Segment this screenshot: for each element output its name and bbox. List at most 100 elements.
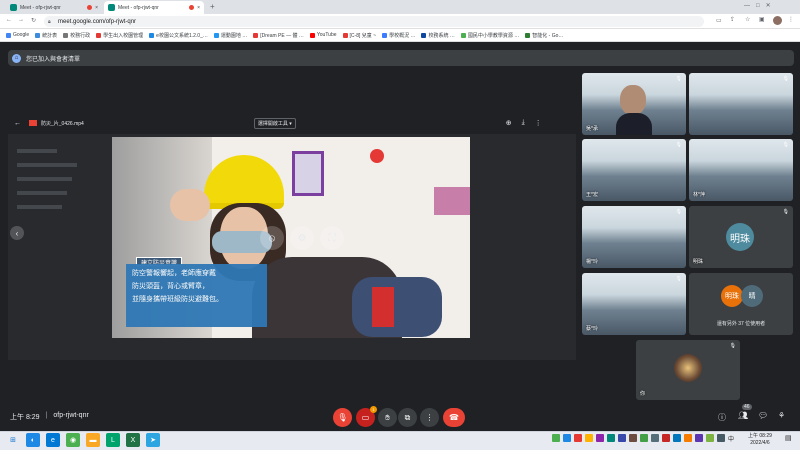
tray-icon[interactable] bbox=[607, 434, 615, 442]
bookmark-item[interactable]: 校務系統 … bbox=[421, 32, 455, 39]
open-with-dropdown[interactable]: 選擇開啟工具 ▾ bbox=[253, 117, 296, 129]
participant-tile[interactable]: 🎙︎ 林*萍 bbox=[689, 139, 793, 201]
raise-hand-button[interactable]: ✋︎ bbox=[378, 408, 397, 427]
menu-icon[interactable]: ⋮ bbox=[788, 16, 794, 23]
back-arrow-icon[interactable]: ← bbox=[14, 120, 21, 127]
participant-tile[interactable]: 🎙︎ 吳*承 bbox=[582, 73, 686, 135]
more-options-button[interactable]: ⋮ bbox=[420, 408, 439, 427]
info-icon[interactable]: ⓘ bbox=[718, 412, 726, 423]
activities-icon[interactable]: ⚘ bbox=[778, 411, 785, 420]
settings-icon[interactable]: ⚙︎ bbox=[290, 226, 314, 250]
share-icon[interactable]: ⇪ bbox=[730, 16, 735, 23]
forward-icon[interactable]: → bbox=[18, 17, 24, 23]
tray-icon[interactable] bbox=[618, 434, 626, 442]
bookmark-item[interactable]: 統計表 bbox=[35, 32, 57, 39]
tray-icon[interactable] bbox=[695, 434, 703, 442]
browser-tab-1[interactable]: Meet - ofp-rjwt-qnr × bbox=[6, 1, 102, 14]
bookmark-icon bbox=[96, 32, 102, 38]
participant-tile[interactable]: 明珠 🎙︎ 明珠 bbox=[689, 206, 793, 268]
tray-icon[interactable] bbox=[651, 434, 659, 442]
bookmark-item[interactable]: 智能化 - Go… bbox=[525, 32, 563, 39]
bookmark-label: 國民中小學教學資源 … bbox=[467, 32, 520, 39]
participant-tile[interactable]: 🎙︎ 楊*玲 bbox=[582, 206, 686, 268]
tray-icon[interactable] bbox=[585, 434, 593, 442]
bookmark-item[interactable]: Google bbox=[6, 32, 29, 38]
edge-icon[interactable]: e bbox=[46, 433, 60, 447]
browser-tab-2[interactable]: Meet - ofp-rjwt-qnr × bbox=[104, 1, 204, 14]
present-screen-icon: ⧉ bbox=[404, 412, 411, 422]
bookmark-icon bbox=[460, 32, 466, 38]
bookmark-icon bbox=[382, 32, 388, 38]
tray-icon[interactable] bbox=[596, 434, 604, 442]
bookmark-icon bbox=[421, 32, 427, 38]
tray-icon[interactable] bbox=[706, 434, 714, 442]
bookmark-item[interactable]: 校務行政 bbox=[63, 32, 90, 39]
present-button[interactable]: ⧉ bbox=[398, 408, 417, 427]
back-icon[interactable]: ← bbox=[6, 17, 12, 23]
participant-name: 蔡*玲 bbox=[586, 326, 598, 332]
camera-button[interactable]: ▭ 1 bbox=[356, 406, 377, 427]
close-tab-icon[interactable]: × bbox=[197, 5, 200, 11]
self-tile[interactable]: 🎙︎ 你 bbox=[636, 340, 740, 400]
start-icon[interactable]: ⊞ bbox=[6, 433, 20, 447]
pink-object bbox=[434, 187, 470, 215]
bookmark-label: 學生出入校園管理 bbox=[103, 32, 144, 39]
people-icon[interactable]: 👥︎ 46 bbox=[738, 404, 752, 420]
profile-avatar[interactable] bbox=[773, 16, 782, 25]
tray-icon[interactable] bbox=[684, 434, 692, 442]
mute-icon[interactable]: ⦸ bbox=[260, 226, 284, 250]
more-options-icon[interactable]: ⋮ bbox=[535, 119, 542, 127]
person bbox=[620, 85, 646, 115]
fullscreen-icon[interactable]: ⛶ bbox=[320, 226, 344, 250]
bookmark-item[interactable]: e校園公文系統1.2.0_… bbox=[149, 32, 208, 39]
mic-button[interactable]: 🎙︎ bbox=[333, 408, 352, 427]
reload-icon[interactable]: ↻ bbox=[31, 17, 36, 24]
window-controls[interactable]: —□✕ bbox=[744, 2, 777, 9]
download-icon[interactable]: ⤓ bbox=[522, 119, 525, 127]
tray-icon[interactable] bbox=[574, 434, 582, 442]
system-clock[interactable]: 上午 08:29 2022/4/6 bbox=[748, 433, 772, 447]
bookmark-item[interactable]: 國民中小學教學資源 … bbox=[460, 32, 520, 39]
tray-icon[interactable] bbox=[563, 434, 571, 442]
participant-tile[interactable]: 🎙︎ 王*宏 bbox=[582, 139, 686, 201]
notification-icon[interactable]: ▤ bbox=[785, 434, 792, 442]
excel-icon[interactable]: X bbox=[126, 433, 140, 447]
bookmark-label: YouTube bbox=[316, 32, 337, 38]
participant-tile[interactable]: 🎙︎ bbox=[689, 73, 793, 135]
new-tab-button[interactable]: + bbox=[210, 2, 215, 11]
close-tab-icon[interactable]: × bbox=[95, 5, 98, 11]
bookmark-item[interactable]: 運動園地 … bbox=[213, 32, 247, 39]
hand-icon: ✋︎ bbox=[385, 412, 390, 422]
cast-icon[interactable]: ▭ bbox=[716, 17, 722, 24]
extensions-icon[interactable]: ▣ bbox=[759, 16, 765, 23]
bookmark-label: [C-8] 兒童 ~ bbox=[349, 32, 377, 39]
bookmark-item[interactable]: [C-8] 兒童 ~ bbox=[342, 32, 377, 39]
participant-tile[interactable]: 🎙︎ 蔡*玲 bbox=[582, 273, 686, 335]
tray-icon[interactable] bbox=[673, 434, 681, 442]
add-comment-icon[interactable]: ⊕ bbox=[506, 119, 512, 127]
address-bar[interactable]: 🔒︎ meet.google.com/ofp-rjwt-qnr bbox=[44, 16, 704, 27]
bookmark-item[interactable]: 學校概況 … bbox=[382, 32, 415, 39]
bookmark-item[interactable]: YouTube bbox=[309, 32, 337, 38]
chrome-icon[interactable]: ◉ bbox=[66, 433, 80, 447]
player-controls: ⦸ ⚙︎ ⛶ bbox=[260, 226, 344, 250]
tray-icon[interactable] bbox=[552, 434, 560, 442]
bookmark-star-icon[interactable]: ☆ bbox=[745, 16, 750, 23]
others-tile[interactable]: 明珠 晴 還有另外 37 位使用者 bbox=[689, 273, 793, 335]
app-icon[interactable]: ◐ bbox=[26, 433, 40, 447]
input-language[interactable]: 中 bbox=[728, 434, 734, 443]
mic-off-icon: 🎙︎ bbox=[337, 413, 348, 422]
tray-icon[interactable] bbox=[629, 434, 637, 442]
bookmark-item[interactable]: 學生出入校園管理 bbox=[96, 32, 143, 39]
tray-icon[interactable] bbox=[662, 434, 670, 442]
folder-icon[interactable]: ▬ bbox=[86, 433, 100, 447]
chat-icon[interactable]: 💬︎ bbox=[758, 411, 768, 420]
leave-call-button[interactable]: ☎︎ bbox=[443, 408, 465, 427]
bookmark-item[interactable]: [Dream PE — 體 … bbox=[253, 32, 304, 39]
telegram-icon[interactable]: ➤ bbox=[146, 433, 160, 447]
tray-icon[interactable] bbox=[717, 434, 725, 442]
meet-favicon bbox=[108, 4, 115, 11]
line-icon[interactable]: L bbox=[106, 433, 120, 447]
tray-icon[interactable] bbox=[640, 434, 648, 442]
participant-name: 你 bbox=[640, 391, 646, 397]
